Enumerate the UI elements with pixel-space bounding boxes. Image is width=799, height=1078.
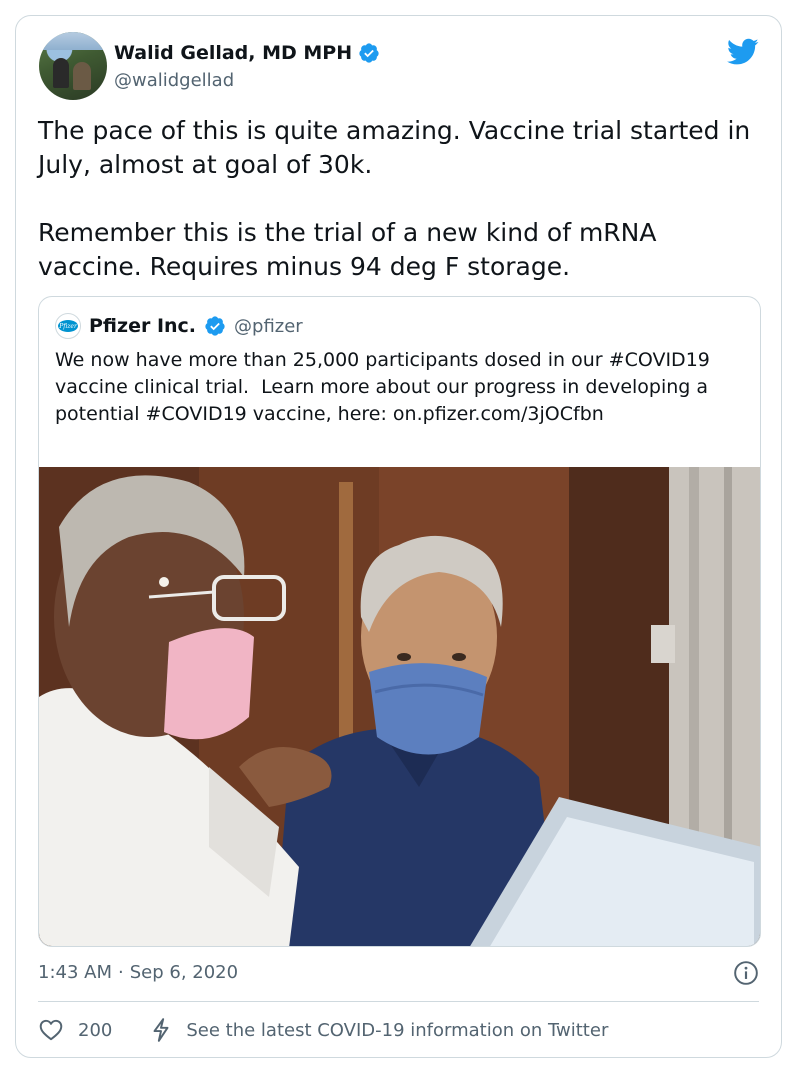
author-handle[interactable]: @walidgellad [114,70,234,91]
covid-info-link[interactable]: See the latest COVID-19 information on T… [186,1020,608,1041]
tweet-card[interactable]: Walid Gellad, MD MPH @walidgellad The pa… [15,15,782,1058]
tweet-text: The pace of this is quite amazing. Vacci… [38,116,751,281]
twitter-bird-icon[interactable] [727,38,759,66]
quoted-tweet[interactable]: Pfizer Pfizer Inc. @pfizer We now have m… [38,296,761,947]
author-name-row[interactable]: Walid Gellad, MD MPH [114,42,380,64]
tweet-actions: 200 See the latest COVID-19 information … [38,1016,608,1044]
timestamp-separator: · [118,962,124,983]
author-name[interactable]: Walid Gellad, MD MPH [114,42,352,64]
tweet-timestamp[interactable]: 1:43 AM · Sep 6, 2020 [38,962,238,983]
divider [38,1001,759,1002]
heart-icon[interactable] [38,1017,64,1043]
pfizer-logo[interactable]: Pfizer [55,313,81,339]
bolt-icon[interactable] [150,1017,172,1043]
quoted-author-handle[interactable]: @pfizer [234,316,303,337]
tweet-time[interactable]: 1:43 AM [38,962,112,983]
info-icon[interactable] [733,960,759,986]
quoted-author-name[interactable]: Pfizer Inc. [89,315,196,337]
quoted-tweet-header[interactable]: Pfizer Pfizer Inc. @pfizer [55,313,303,339]
like-count[interactable]: 200 [78,1020,112,1041]
author-avatar[interactable] [39,32,107,100]
quoted-tweet-photo[interactable] [39,467,760,946]
verified-badge-icon [204,315,226,337]
quoted-tweet-text: We now have more than 25,000 participant… [55,349,716,425]
verified-badge-icon [358,42,380,64]
tweet-date[interactable]: Sep 6, 2020 [130,962,238,983]
